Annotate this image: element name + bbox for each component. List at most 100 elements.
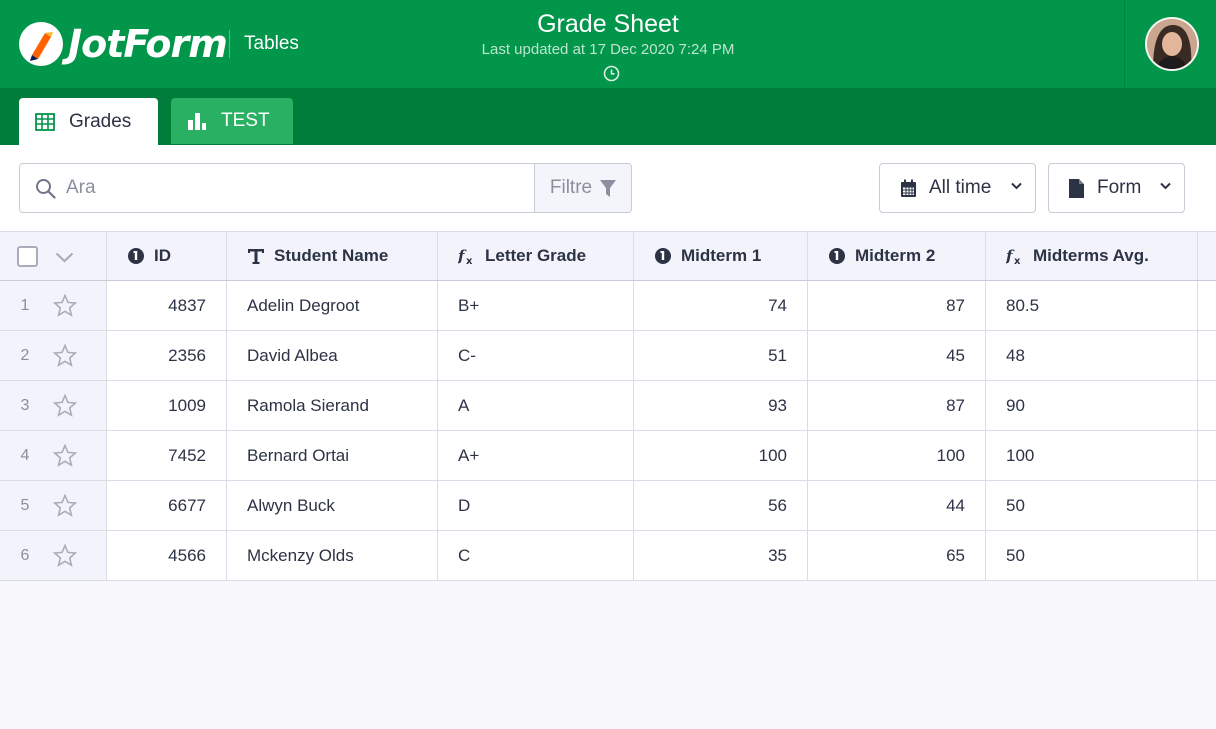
table-row[interactable]: 2 2356 David Albea C- 51 45 48 xyxy=(0,331,1216,381)
cell-letter-grade[interactable]: A xyxy=(438,381,634,430)
row-number: 3 xyxy=(20,396,30,414)
table-row[interactable]: 4 7452 Bernard Ortai A+ 100 100 100 xyxy=(0,431,1216,481)
time-range-label: All time xyxy=(929,177,992,198)
cell-id[interactable]: 2356 xyxy=(107,331,227,380)
cell-letter-grade[interactable]: B+ xyxy=(438,281,634,330)
cell-student-name[interactable]: Mckenzy Olds xyxy=(227,531,438,580)
column-header-student-name[interactable]: Student Name xyxy=(227,232,438,280)
filter-label: Filtre xyxy=(549,177,593,198)
column-header-midterm-1[interactable]: Midterm 1 xyxy=(634,232,808,280)
search-box: Filtre xyxy=(19,163,632,213)
cell-midterms-avg[interactable]: 100 xyxy=(986,431,1198,480)
cell-midterm-2[interactable]: 87 xyxy=(808,281,986,330)
cell-overflow xyxy=(1198,281,1216,330)
search-input[interactable] xyxy=(66,174,526,202)
clock-icon[interactable] xyxy=(603,65,620,82)
table-row[interactable]: 5 6677 Alwyn Buck D 56 44 50 xyxy=(0,481,1216,531)
cell-midterm-1[interactable]: 56 xyxy=(634,481,808,530)
funnel-icon xyxy=(600,179,617,197)
cell-id[interactable]: 4566 xyxy=(107,531,227,580)
cell-midterms-avg[interactable]: 90 xyxy=(986,381,1198,430)
chevron-down-icon xyxy=(1011,182,1022,190)
cell-midterm-2[interactable]: 87 xyxy=(808,381,986,430)
tab-label: Grades xyxy=(69,110,132,132)
cell-midterm-1[interactable]: 93 xyxy=(634,381,808,430)
table-row[interactable]: 3 1009 Ramola Sierand A 93 87 90 xyxy=(0,381,1216,431)
cell-id[interactable]: 6677 xyxy=(107,481,227,530)
avatar-portrait-icon xyxy=(1147,19,1197,69)
toolbar: Filtre All time Form xyxy=(0,145,1216,231)
table-row[interactable]: 6 4566 Mckenzy Olds C 35 65 50 xyxy=(0,531,1216,581)
cell-student-name[interactable]: Ramola Sierand xyxy=(227,381,438,430)
cell-letter-grade[interactable]: C xyxy=(438,531,634,580)
cell-midterm-1[interactable]: 51 xyxy=(634,331,808,380)
search-icon xyxy=(36,179,56,199)
table-header-row: ID Student Name fx Letter Grade Midterm … xyxy=(0,231,1216,281)
cell-midterm-2[interactable]: 44 xyxy=(808,481,986,530)
avatar[interactable] xyxy=(1145,17,1199,71)
form-dropdown[interactable]: Form xyxy=(1048,163,1185,213)
svg-text:x: x xyxy=(466,256,473,265)
row-gutter: 1 xyxy=(0,281,107,330)
cell-id[interactable]: 4837 xyxy=(107,281,227,330)
document-icon xyxy=(1069,178,1084,198)
title-block: Grade Sheet Last updated at 17 Dec 2020 … xyxy=(408,8,808,60)
row-gutter: 3 xyxy=(0,381,107,430)
column-header-midterms-avg[interactable]: fx Midterms Avg. xyxy=(986,232,1198,280)
info-circle-icon xyxy=(128,248,144,264)
page-title[interactable]: Grade Sheet xyxy=(408,8,808,40)
info-circle-icon xyxy=(655,248,671,264)
tab-label: TEST xyxy=(221,110,270,131)
table-grid-icon xyxy=(35,112,55,131)
cell-letter-grade[interactable]: C- xyxy=(438,331,634,380)
cell-student-name[interactable]: David Albea xyxy=(227,331,438,380)
filter-button[interactable]: Filtre xyxy=(534,164,631,212)
cell-midterm-2[interactable]: 45 xyxy=(808,331,986,380)
cell-midterms-avg[interactable]: 48 xyxy=(986,331,1198,380)
cell-midterm-2[interactable]: 100 xyxy=(808,431,986,480)
cell-midterms-avg[interactable]: 50 xyxy=(986,531,1198,580)
cell-student-name[interactable]: Adelin Degroot xyxy=(227,281,438,330)
cell-student-name[interactable]: Bernard Ortai xyxy=(227,431,438,480)
cell-student-name[interactable]: Alwyn Buck xyxy=(227,481,438,530)
row-number: 2 xyxy=(20,346,30,364)
tab-grades[interactable]: Grades xyxy=(19,98,158,145)
star-icon[interactable] xyxy=(53,444,77,467)
cell-letter-grade[interactable]: A+ xyxy=(438,431,634,480)
jotform-logo-mark-icon xyxy=(19,22,63,66)
column-header-midterm-2[interactable]: Midterm 2 xyxy=(808,232,986,280)
select-all-checkbox[interactable] xyxy=(17,246,38,267)
cell-midterms-avg[interactable]: 80.5 xyxy=(986,281,1198,330)
column-header-label: Midterms Avg. xyxy=(1033,246,1149,265)
tables-link[interactable]: Tables xyxy=(244,33,299,55)
star-icon[interactable] xyxy=(53,494,77,517)
cell-midterm-1[interactable]: 35 xyxy=(634,531,808,580)
star-icon[interactable] xyxy=(53,344,77,367)
column-header-id[interactable]: ID xyxy=(107,232,227,280)
column-header-overflow xyxy=(1198,232,1216,280)
cell-id[interactable]: 7452 xyxy=(107,431,227,480)
column-header-label: Midterm 1 xyxy=(681,246,762,265)
star-icon[interactable] xyxy=(53,394,77,417)
column-header-letter-grade[interactable]: fx Letter Grade xyxy=(438,232,634,280)
header-separator xyxy=(229,30,230,58)
jotform-logo[interactable]: JotForm xyxy=(18,21,228,67)
chevron-down-icon[interactable] xyxy=(55,252,74,263)
table-row[interactable]: 1 4837 Adelin Degroot B+ 74 87 80.5 xyxy=(0,281,1216,331)
tab-test[interactable]: TEST xyxy=(171,98,293,144)
row-gutter: 5 xyxy=(0,481,107,530)
cell-letter-grade[interactable]: D xyxy=(438,481,634,530)
logo-text: JotForm xyxy=(68,22,228,66)
star-icon[interactable] xyxy=(53,544,77,567)
cell-midterm-1[interactable]: 74 xyxy=(634,281,808,330)
cell-midterm-1[interactable]: 100 xyxy=(634,431,808,480)
time-range-dropdown[interactable]: All time xyxy=(879,163,1036,213)
cell-midterms-avg[interactable]: 50 xyxy=(986,481,1198,530)
bar-chart-icon xyxy=(188,113,206,130)
cell-id[interactable]: 1009 xyxy=(107,381,227,430)
column-header-label: Letter Grade xyxy=(485,246,587,265)
cell-midterm-2[interactable]: 65 xyxy=(808,531,986,580)
row-gutter: 4 xyxy=(0,431,107,480)
cell-overflow xyxy=(1198,481,1216,530)
star-icon[interactable] xyxy=(53,294,77,317)
